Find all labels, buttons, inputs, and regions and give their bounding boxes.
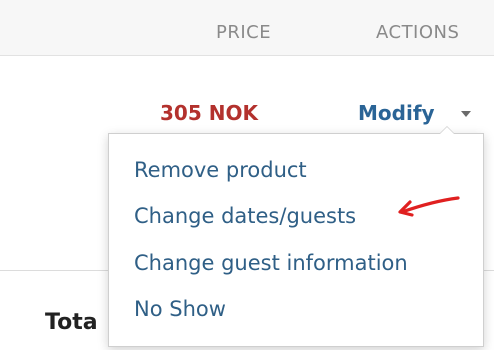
total-label: Tota	[45, 310, 98, 335]
modify-dropdown-menu: Remove product Change dates/guests Chang…	[108, 126, 484, 347]
booking-cart-view: PRICE ACTIONS 305 NOK Modify Tota T) Rem…	[0, 0, 494, 350]
red-arrow-annotation-icon	[398, 196, 460, 217]
menu-item-no-show[interactable]: No Show	[134, 296, 226, 322]
modify-dropdown-toggle[interactable]: Modify	[358, 100, 435, 126]
product-price: 305 NOK	[160, 101, 258, 125]
actions-column-header: ACTIONS	[376, 22, 460, 43]
table-header: PRICE ACTIONS	[0, 0, 494, 56]
menu-item-change-dates-guests[interactable]: Change dates/guests	[134, 203, 356, 229]
menu-item-change-guest-information[interactable]: Change guest information	[134, 250, 408, 276]
caret-down-icon[interactable]	[461, 111, 471, 117]
menu-item-remove-product[interactable]: Remove product	[134, 157, 307, 183]
price-column-header: PRICE	[216, 22, 272, 43]
